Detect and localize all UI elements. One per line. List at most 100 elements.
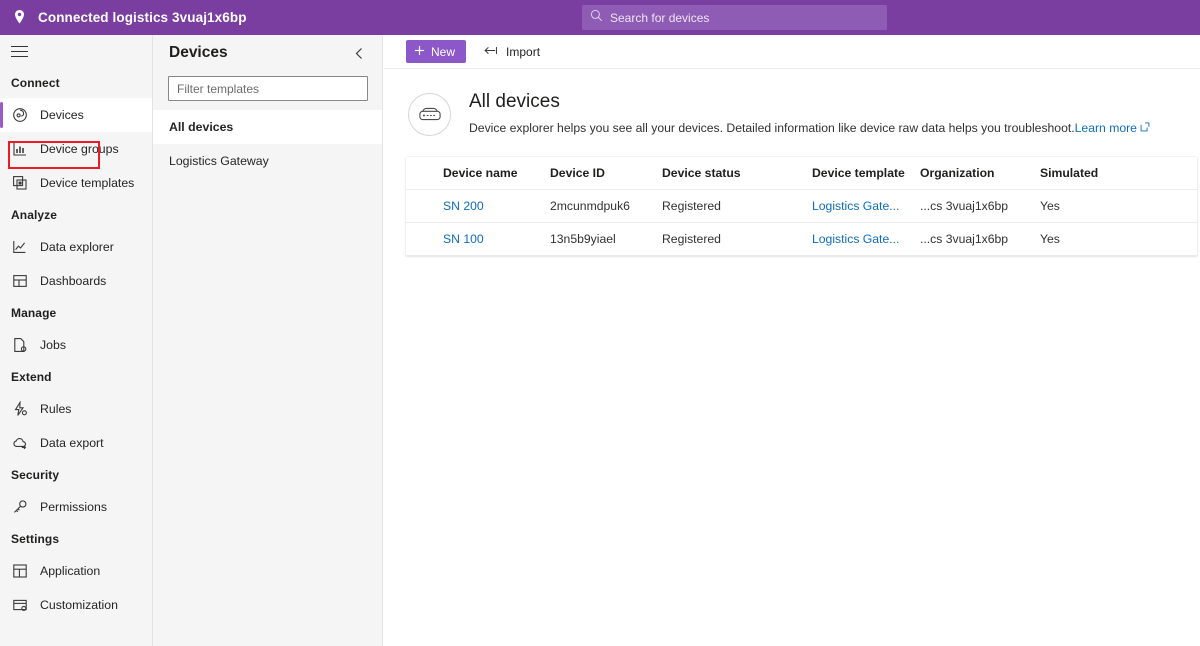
column-header-device-template[interactable]: Device template — [812, 157, 920, 190]
nav-group-security: Security — [11, 468, 60, 482]
cell-simulated: Yes — [1040, 222, 1197, 256]
nav-group-analyze: Analyze — [11, 208, 58, 222]
chevron-left-icon[interactable] — [348, 42, 370, 64]
import-button-label: Import — [506, 44, 541, 59]
sidebar-item-label: Rules — [40, 402, 72, 416]
device-explorer-icon — [408, 93, 451, 136]
app-title: Connected logistics 3vuaj1x6bp — [38, 10, 247, 25]
sidebar-item-data-explorer[interactable]: Data explorer — [0, 230, 152, 264]
data-export-icon — [11, 435, 28, 452]
sidebar-item-device-templates[interactable]: Device templates — [0, 166, 152, 200]
table-row[interactable]: SN 100 13n5b9yiael Registered Logistics … — [406, 222, 1197, 256]
learn-more-label: Learn more — [1074, 121, 1137, 135]
row-spacer — [406, 189, 443, 223]
devices-panel-title: Devices — [169, 44, 228, 61]
sidebar-item-data-export[interactable]: Data export — [0, 426, 152, 460]
table-row[interactable]: SN 200 2mcunmdpuk6 Registered Logistics … — [406, 189, 1197, 223]
open-in-new-icon — [1140, 121, 1150, 135]
cell-device-template: Logistics Gate... — [812, 189, 920, 223]
new-button-label: New — [431, 44, 456, 59]
customization-icon — [11, 597, 28, 614]
devices-table-container: Device name Device ID Device status Devi… — [406, 157, 1197, 256]
column-header-device-id[interactable]: Device ID — [550, 157, 662, 190]
sidebar-item-device-groups[interactable]: Device groups — [0, 132, 152, 166]
cell-device-status: Registered — [662, 222, 812, 256]
devices-table-body: SN 200 2mcunmdpuk6 Registered Logistics … — [406, 189, 1197, 256]
device-name-link[interactable]: SN 100 — [443, 232, 484, 246]
devices-table: Device name Device ID Device status Devi… — [406, 157, 1197, 256]
devices-table-head: Device name Device ID Device status Devi… — [406, 157, 1197, 190]
sidebar-item-dashboards[interactable]: Dashboards — [0, 264, 152, 298]
plus-icon — [414, 45, 425, 59]
hamburger-menu-icon — [11, 43, 28, 61]
nav-group-settings: Settings — [11, 532, 60, 546]
page-header: All devices Device explorer helps you se… — [384, 69, 1200, 136]
top-app-bar: Connected logistics 3vuaj1x6bp Search fo… — [0, 0, 1200, 35]
command-toolbar: New Import — [384, 35, 1200, 69]
sidebar-item-application[interactable]: Application — [0, 554, 152, 588]
table-header-spacer — [406, 157, 443, 190]
nav-group-connect: Connect — [11, 76, 60, 90]
jobs-icon — [11, 337, 28, 354]
device-name-link[interactable]: SN 200 — [443, 199, 484, 213]
learn-more-link[interactable]: Learn more — [1075, 121, 1150, 135]
template-item-logistics-gateway[interactable]: Logistics Gateway — [153, 144, 382, 178]
page-description-text: Device explorer helps you see all your d… — [469, 121, 1075, 135]
cell-device-id: 2mcunmdpuk6 — [550, 189, 662, 223]
cell-device-name: SN 100 — [443, 222, 550, 256]
cell-device-name: SN 200 — [443, 189, 550, 223]
table-header-row: Device name Device ID Device status Devi… — [406, 157, 1197, 190]
cell-device-template: Logistics Gate... — [812, 222, 920, 256]
nav-group-manage: Manage — [11, 306, 57, 320]
sidebar-item-label: Permissions — [40, 500, 107, 514]
sidebar-item-label: Device groups — [40, 142, 119, 156]
sidebar-item-customization[interactable]: Customization — [0, 588, 152, 622]
sidebar-item-label: Dashboards — [40, 274, 107, 288]
column-header-device-name[interactable]: Device name — [443, 157, 550, 190]
cell-organization: ...cs 3vuaj1x6bp — [920, 222, 1040, 256]
row-spacer — [406, 222, 443, 256]
left-navigation: Connect Devices Device groups Device tem… — [0, 35, 153, 646]
column-header-simulated[interactable]: Simulated — [1040, 157, 1197, 190]
dashboards-icon — [11, 273, 28, 290]
import-button[interactable]: Import — [480, 40, 544, 63]
hamburger-menu-button[interactable] — [0, 35, 152, 68]
location-pin-icon — [0, 0, 38, 35]
cell-simulated: Yes — [1040, 189, 1197, 223]
filter-templates-wrap — [153, 71, 382, 101]
device-templates-panel: Devices All devices Logistics Gateway — [153, 35, 383, 646]
page-header-text: All devices Device explorer helps you se… — [469, 91, 1150, 135]
sidebar-item-permissions[interactable]: Permissions — [0, 490, 152, 524]
sidebar-item-jobs[interactable]: Jobs — [0, 328, 152, 362]
import-arrow-icon — [484, 45, 499, 59]
column-header-organization[interactable]: Organization — [920, 157, 1040, 190]
search-icon — [590, 9, 603, 27]
new-button[interactable]: New — [406, 40, 467, 63]
device-groups-icon — [11, 141, 28, 158]
page-title: All devices — [469, 91, 560, 112]
sidebar-item-label: Customization — [40, 598, 118, 612]
template-item-all-devices[interactable]: All devices — [153, 110, 382, 144]
sidebar-item-label: Devices — [40, 108, 84, 122]
column-header-device-status[interactable]: Device status — [662, 157, 812, 190]
sidebar-item-label: Jobs — [40, 338, 66, 352]
page-description: Device explorer helps you see all your d… — [469, 121, 1150, 135]
sidebar-item-label: Application — [40, 564, 101, 578]
sidebar-item-label: Data explorer — [40, 240, 114, 254]
cell-organization: ...cs 3vuaj1x6bp — [920, 189, 1040, 223]
rules-icon — [11, 401, 28, 418]
device-template-link[interactable]: Logistics Gate... — [812, 232, 899, 246]
sidebar-item-label: Data export — [40, 436, 104, 450]
devices-icon — [11, 107, 28, 124]
key-icon — [11, 499, 28, 516]
template-list: All devices Logistics Gateway — [153, 110, 382, 178]
search-input[interactable]: Search for devices — [582, 5, 887, 30]
devices-panel-header: Devices — [153, 35, 382, 71]
device-templates-icon — [11, 175, 28, 192]
sidebar-item-devices[interactable]: Devices — [0, 98, 152, 132]
data-explorer-icon — [11, 239, 28, 256]
search-placeholder-text: Search for devices — [610, 10, 710, 25]
filter-templates-input[interactable] — [168, 76, 368, 101]
sidebar-item-rules[interactable]: Rules — [0, 392, 152, 426]
device-template-link[interactable]: Logistics Gate... — [812, 199, 899, 213]
